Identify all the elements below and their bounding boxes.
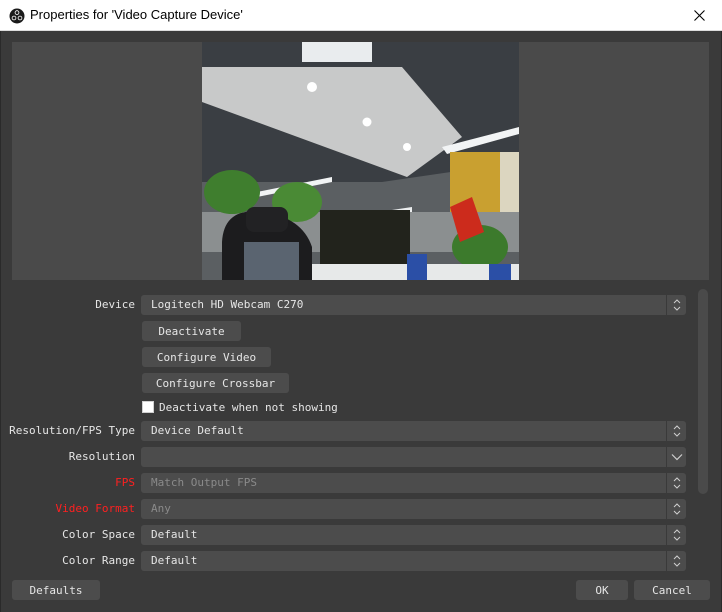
updown-arrows-icon [666,295,686,315]
office-scene-image [202,42,519,280]
device-value: Logitech HD Webcam C270 [151,298,304,311]
webcam-preview-image [202,42,519,280]
close-icon [693,10,705,21]
deactivate-when-not-showing-option[interactable]: Deactivate when not showing [142,400,338,414]
device-select[interactable]: Logitech HD Webcam C270 [141,295,686,315]
color-space-label: Color Space [62,528,135,541]
deactivate-button[interactable]: Deactivate [142,321,241,341]
fps-label: FPS [115,476,135,489]
defaults-button[interactable]: Defaults [12,580,100,600]
device-label: Device [95,298,135,311]
resolution-fps-type-select[interactable]: Device Default [141,421,686,441]
color-range-select[interactable]: Default [141,551,686,571]
resolution-fps-type-value: Device Default [151,424,244,437]
updown-arrows-icon [666,551,686,571]
resolution-label: Resolution [68,450,135,463]
obs-logo-icon [9,8,25,24]
color-space-select[interactable]: Default [141,525,686,545]
updown-arrows-icon [666,473,686,493]
properties-scrollbar[interactable] [698,289,708,494]
ok-button[interactable]: OK [576,580,628,600]
chevron-down-icon[interactable] [666,447,686,467]
fps-select[interactable]: Match Output FPS [141,473,686,493]
title-bar: Properties for 'Video Capture Device' [0,0,722,31]
color-range-value: Default [151,554,198,567]
fps-value: Match Output FPS [151,476,257,489]
updown-arrows-icon [666,525,686,545]
updown-arrows-icon [666,499,686,519]
close-button[interactable] [676,0,722,31]
color-range-label: Color Range [62,554,135,567]
configure-video-button[interactable]: Configure Video [142,347,271,367]
resolution-fps-type-label: Resolution/FPS Type [9,424,135,437]
video-format-label: Video Format [55,502,135,515]
color-space-value: Default [151,528,198,541]
deactivate-when-not-showing-checkbox[interactable] [142,401,154,413]
deactivate-when-not-showing-label: Deactivate when not showing [159,400,338,414]
resolution-combobox[interactable] [141,447,686,467]
updown-arrows-icon [666,421,686,441]
cancel-button[interactable]: Cancel [634,580,710,600]
window-title: Properties for 'Video Capture Device' [30,7,243,22]
video-format-value: Any [151,502,171,515]
configure-crossbar-button[interactable]: Configure Crossbar [142,373,289,393]
video-format-select[interactable]: Any [141,499,686,519]
